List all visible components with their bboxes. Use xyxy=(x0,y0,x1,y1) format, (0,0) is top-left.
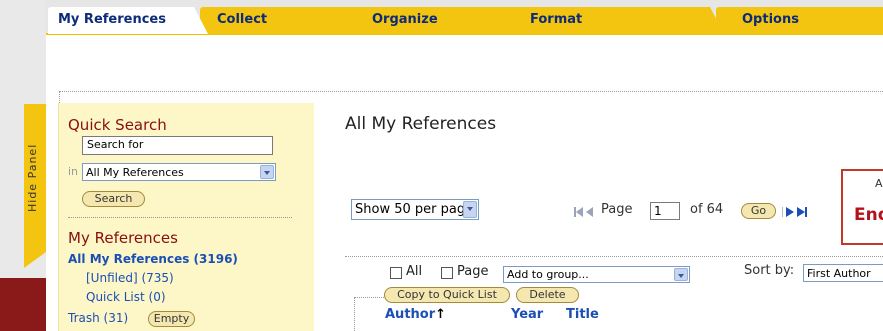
tab-organize-label: Organize xyxy=(372,12,438,27)
tab-collect[interactable]: Collect xyxy=(200,7,368,34)
tab-options-body[interactable]: Options xyxy=(716,7,883,34)
trash-link[interactable]: Trash (31) xyxy=(68,311,128,325)
select-all-label: All xyxy=(406,264,423,279)
search-scope-label: in xyxy=(68,165,79,178)
sort-by-value: First Author xyxy=(807,267,871,280)
column-header-year[interactable]: Year xyxy=(511,307,543,322)
per-page-value: Show 50 per page xyxy=(355,202,474,217)
quick-list-link[interactable]: Quick List (0) xyxy=(86,290,166,304)
tab-options-text: Options xyxy=(742,12,799,27)
sort-by-select[interactable]: First Author xyxy=(803,264,883,282)
tab-organize[interactable]: Organize xyxy=(352,7,526,34)
select-page-label: Page xyxy=(457,264,489,279)
hide-panel-label: Hide Panel xyxy=(26,143,39,212)
column-header-title[interactable]: Title xyxy=(566,307,599,322)
delete-button[interactable]: Delete xyxy=(516,287,579,303)
ad-banner-top-text: Anr xyxy=(875,177,883,190)
add-to-group-value: Add to group... xyxy=(507,268,589,281)
page-count-label: of 64 xyxy=(690,202,724,217)
go-button[interactable]: Go xyxy=(741,203,776,219)
sort-by-label: Sort by: xyxy=(744,263,795,278)
page-label: Page xyxy=(601,202,633,217)
header-divider-tick xyxy=(59,91,60,103)
select-page-checkbox[interactable] xyxy=(441,267,453,279)
list-tree-line xyxy=(354,297,384,298)
search-scope-value: All My References xyxy=(86,166,184,179)
per-page-select[interactable]: Show 50 per page xyxy=(351,199,479,220)
unfiled-link[interactable]: [Unfiled] (735) xyxy=(86,271,174,285)
chevron-down-icon xyxy=(260,165,274,179)
next-page-icon[interactable] xyxy=(782,207,808,217)
panel-divider xyxy=(68,217,292,218)
all-references-link[interactable]: All My References (3196) xyxy=(68,252,238,266)
ad-banner-brand: End xyxy=(854,205,883,225)
copy-to-quick-list-button[interactable]: Copy to Quick List xyxy=(384,287,510,303)
page-number-input[interactable]: 1 xyxy=(650,202,680,220)
sort-ascending-icon: ↑ xyxy=(435,307,447,322)
chevron-down-icon xyxy=(463,201,477,218)
search-scope-select[interactable]: All My References xyxy=(82,163,276,181)
tab-format[interactable]: Format xyxy=(510,7,684,34)
first-page-icon[interactable] xyxy=(574,207,596,217)
tab-collect-label: Collect xyxy=(217,12,268,27)
empty-trash-button[interactable]: Empty xyxy=(148,311,195,327)
column-author-label: Author xyxy=(385,307,436,322)
column-header-author[interactable]: Author↑ xyxy=(385,307,446,322)
select-all-checkbox[interactable] xyxy=(390,267,402,279)
header-divider xyxy=(60,91,883,92)
page-title: All My References xyxy=(345,114,497,134)
my-references-title: My References xyxy=(68,229,178,247)
search-button[interactable]: Search xyxy=(82,191,145,207)
list-divider xyxy=(345,256,883,257)
search-input[interactable]: Search for xyxy=(82,136,273,155)
left-gutter-accent xyxy=(0,278,46,331)
chevron-down-icon xyxy=(674,268,688,281)
add-to-group-select[interactable]: Add to group... xyxy=(503,266,690,283)
hide-panel-tab[interactable]: Hide Panel xyxy=(24,104,46,268)
tab-my-references-label: My References xyxy=(58,12,166,27)
quick-search-title: Quick Search xyxy=(68,116,167,134)
tab-my-references[interactable]: My References xyxy=(48,7,208,34)
list-tree-line-vertical xyxy=(354,297,355,331)
tab-format-label: Format xyxy=(530,12,583,27)
